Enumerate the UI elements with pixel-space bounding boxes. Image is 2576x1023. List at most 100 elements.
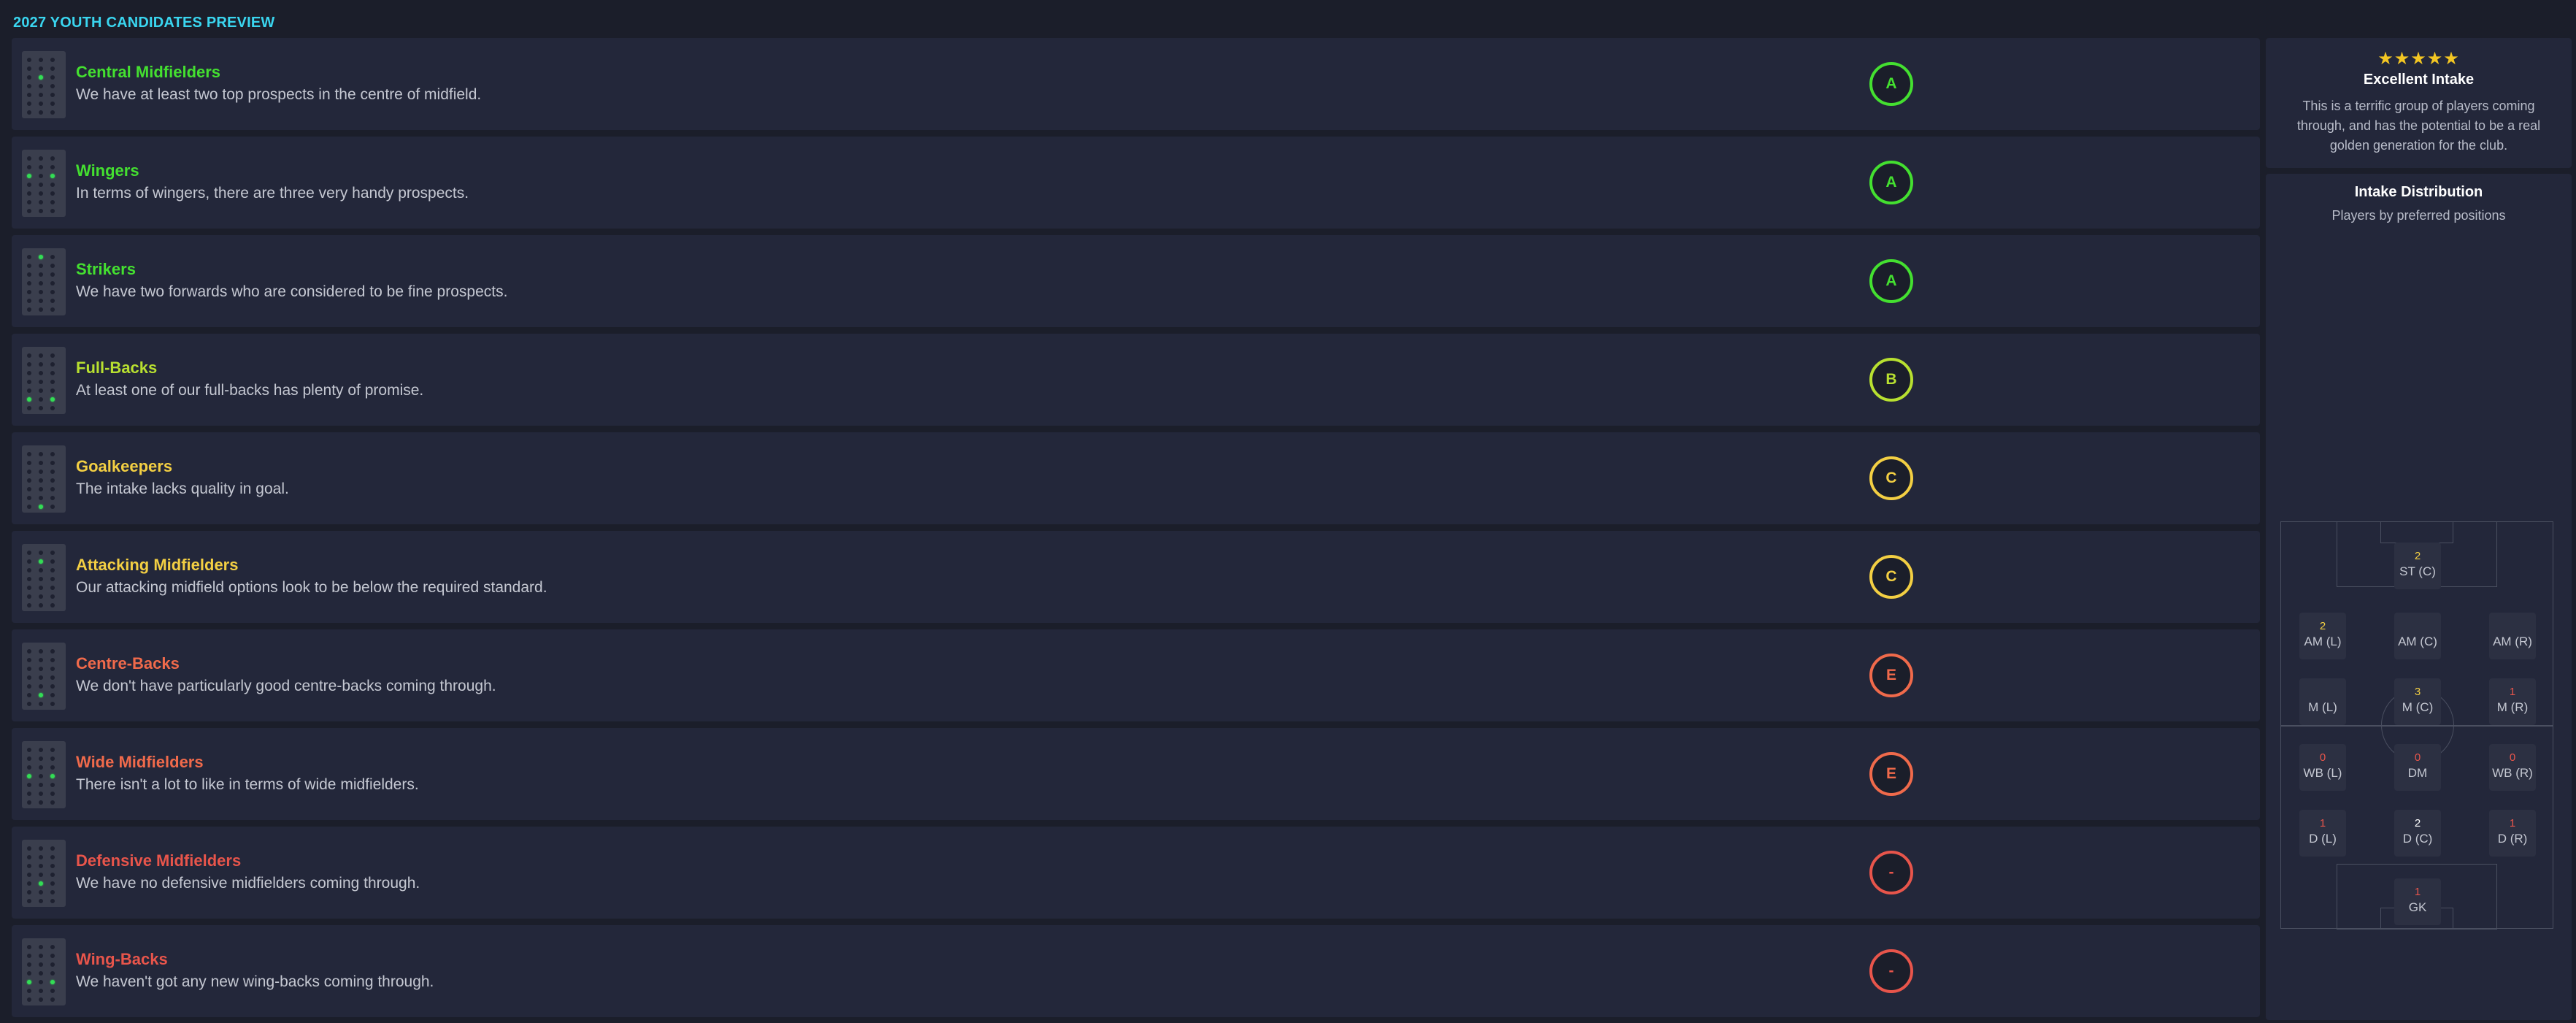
position-row-defensive-midfielders[interactable]: Defensive Midfielders We have no defensi…	[12, 827, 2260, 919]
formation-dot	[39, 658, 43, 662]
position-title: Wide Midfielders	[76, 753, 204, 771]
formation-dot	[50, 765, 55, 770]
pitch-positions-icon	[22, 544, 66, 611]
position-row-centre-backs[interactable]: Centre-Backs We don't have particularly …	[12, 629, 2260, 721]
formation-dot	[39, 945, 43, 949]
intake-rating-description: This is a terrific group of players comi…	[2296, 99, 2541, 153]
position-description: At least one of our full-backs has plent…	[76, 382, 424, 399]
formation-dot	[39, 846, 43, 851]
formation-dot	[50, 470, 55, 474]
formation-dot	[39, 603, 43, 608]
formation-dot	[50, 945, 55, 949]
grade-badge: C	[1869, 456, 1913, 500]
formation-dot	[27, 855, 31, 859]
formation-dot	[39, 388, 43, 393]
formation-dot	[50, 551, 55, 555]
position-count: 3	[2414, 686, 2421, 698]
position-count: 2	[2414, 817, 2421, 829]
formation-dot	[27, 989, 31, 993]
formation-dot	[27, 307, 31, 312]
formation-dot	[39, 272, 43, 277]
formation-dot	[27, 255, 31, 259]
formation-dot	[39, 371, 43, 375]
formation-dot	[27, 397, 31, 402]
position-cell-wb-r[interactable]: 0 WB (R)	[2489, 744, 2536, 791]
position-cell-st-c[interactable]: 2 ST (C)	[2394, 543, 2441, 589]
position-cell-m-c[interactable]: 3 M (C)	[2394, 678, 2441, 725]
formation-dot	[39, 594, 43, 599]
formation-dot	[39, 110, 43, 115]
position-cell-d-r[interactable]: 1 D (R)	[2489, 810, 2536, 857]
formation-dot	[39, 855, 43, 859]
formation-dot	[39, 774, 43, 778]
pitch-positions-icon	[22, 741, 66, 808]
formation-dot	[39, 496, 43, 500]
grade-badge: C	[1869, 555, 1913, 599]
formation-dot	[39, 84, 43, 88]
formation-dot	[39, 649, 43, 654]
formation-dot	[27, 774, 31, 778]
formation-dot	[39, 452, 43, 456]
position-cell-dm[interactable]: 0 DM	[2394, 744, 2441, 791]
formation-dot	[50, 748, 55, 752]
formation-dot	[27, 954, 31, 958]
position-cell-wb-l[interactable]: 0 WB (L)	[2299, 744, 2346, 791]
position-row-wide-midfielders[interactable]: Wide Midfielders There isn't a lot to li…	[12, 728, 2260, 820]
position-row-strikers[interactable]: Strikers We have two forwards who are co…	[12, 235, 2260, 327]
formation-dot	[27, 899, 31, 903]
formation-dot	[50, 684, 55, 689]
position-row-attacking-midfielders[interactable]: Attacking Midfielders Our attacking midf…	[12, 531, 2260, 623]
formation-dot	[50, 954, 55, 958]
position-cell-m-r[interactable]: 1 M (R)	[2489, 678, 2536, 725]
formation-dot	[50, 290, 55, 294]
position-row-goalkeepers[interactable]: Goalkeepers The intake lacks quality in …	[12, 432, 2260, 524]
formation-dot	[27, 281, 31, 286]
formation-dot	[39, 684, 43, 689]
position-row-wingers[interactable]: Wingers In terms of wingers, there are t…	[12, 137, 2260, 229]
position-count: 0	[2509, 751, 2516, 764]
position-description: We have at least two top prospects in th…	[76, 86, 482, 103]
formation-dot	[39, 362, 43, 367]
pitch-positions-icon	[22, 643, 66, 710]
position-cell-gk[interactable]: 1 GK	[2394, 878, 2441, 925]
position-row-wing-backs[interactable]: Wing-Backs We haven't got any new wing-b…	[12, 925, 2260, 1017]
position-label: M (C)	[2402, 700, 2434, 714]
position-cell-d-l[interactable]: 1 D (L)	[2299, 810, 2346, 857]
formation-dot	[27, 299, 31, 303]
position-row-full-backs[interactable]: Full-Backs At least one of our full-back…	[12, 334, 2260, 426]
position-cell-d-c[interactable]: 2 D (C)	[2394, 810, 2441, 857]
position-title: Central Midfielders	[76, 63, 221, 81]
formation-dot	[50, 577, 55, 581]
intake-rating-title: Excellent Intake	[2363, 72, 2475, 88]
formation-dot	[39, 881, 43, 886]
position-label: D (R)	[2497, 832, 2528, 846]
formation-dot	[39, 156, 43, 161]
position-description: We don't have particularly good centre-b…	[76, 678, 496, 694]
position-row-central-midfielders[interactable]: Central Midfielders We have at least two…	[12, 38, 2260, 130]
formation-dot	[27, 406, 31, 410]
formation-dot	[39, 66, 43, 71]
position-cell-am-l[interactable]: 2 AM (L)	[2299, 613, 2346, 659]
formation-dot	[50, 272, 55, 277]
formation-dot	[50, 783, 55, 787]
position-cell-m-l[interactable]: M (L)	[2299, 678, 2346, 725]
formation-dot	[27, 675, 31, 680]
formation-dot	[39, 667, 43, 671]
intake-summary-panel: ★★★★★ Excellent Intake This is a terrifi…	[2266, 38, 2572, 168]
position-cell-am-r[interactable]: AM (R)	[2489, 613, 2536, 659]
formation-dot	[27, 890, 31, 894]
formation-dot	[39, 75, 43, 80]
formation-dot	[39, 461, 43, 465]
formation-dot	[39, 307, 43, 312]
position-label: M (R)	[2496, 700, 2529, 714]
formation-dot	[27, 783, 31, 787]
intake-distribution-panel: Intake Distribution Players by preferred…	[2266, 174, 2572, 1020]
formation-dot	[50, 586, 55, 590]
position-label: ST (C)	[2399, 564, 2436, 578]
formation-dot	[39, 577, 43, 581]
position-cell-am-c[interactable]: AM (C)	[2394, 613, 2441, 659]
formation-dot	[39, 470, 43, 474]
formation-dot	[50, 174, 55, 178]
formation-dot	[50, 675, 55, 680]
formation-dot	[27, 93, 31, 97]
